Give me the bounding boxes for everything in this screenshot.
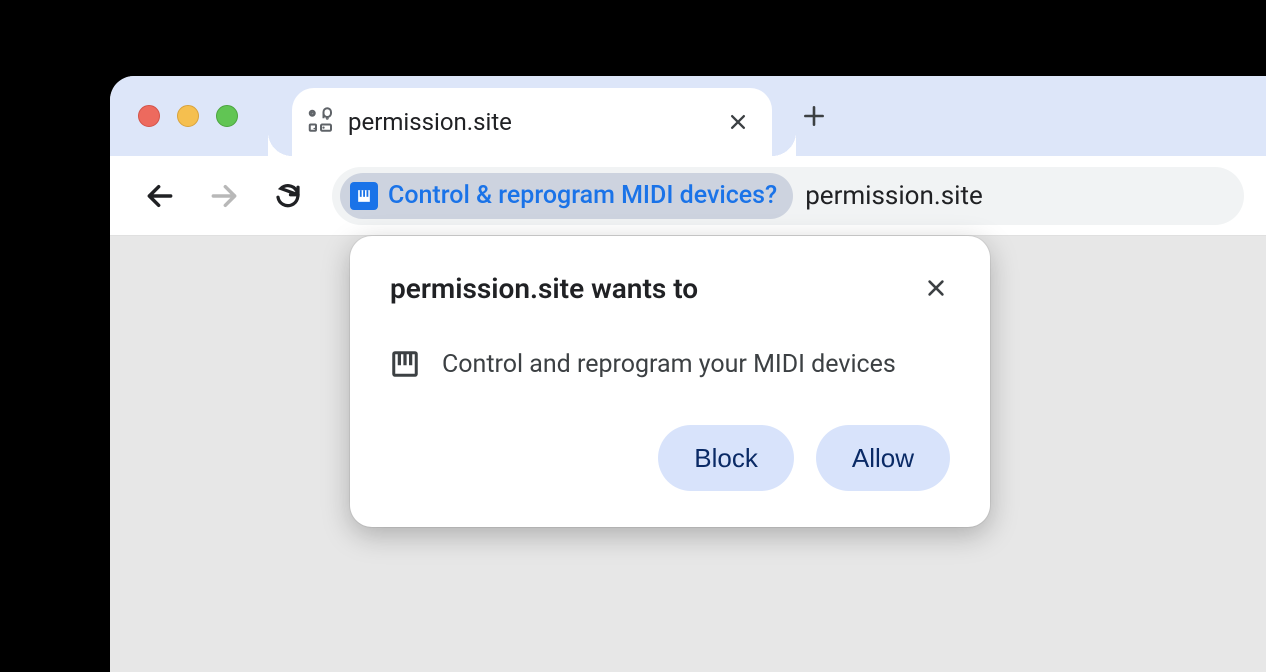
new-tab-button[interactable]	[800, 102, 828, 130]
permission-item: Control and reprogram your MIDI devices	[390, 349, 950, 379]
browser-tab[interactable]: permission.site	[292, 88, 772, 156]
permission-prompt-title: permission.site wants to	[390, 272, 698, 305]
midi-icon	[350, 182, 378, 210]
window-controls	[138, 105, 238, 127]
allow-button[interactable]: Allow	[816, 425, 950, 491]
permission-chip[interactable]: Control & reprogram MIDI devices?	[340, 173, 793, 219]
back-button[interactable]	[132, 168, 188, 224]
tab-strip: permission.site	[110, 76, 1266, 156]
permission-prompt: permission.site wants to Control	[350, 236, 990, 527]
browser-window: permission.site	[110, 76, 1266, 672]
tab-title: permission.site	[348, 108, 724, 136]
reload-button[interactable]	[260, 168, 316, 224]
window-close-button[interactable]	[138, 105, 160, 127]
tab-close-button[interactable]	[724, 108, 752, 136]
window-maximize-button[interactable]	[216, 105, 238, 127]
midi-icon	[390, 349, 420, 379]
permission-chip-label: Control & reprogram MIDI devices?	[388, 181, 777, 210]
toolbar: Control & reprogram MIDI devices? permis…	[110, 156, 1266, 236]
address-bar[interactable]: Control & reprogram MIDI devices? permis…	[332, 167, 1244, 225]
permission-item-text: Control and reprogram your MIDI devices	[442, 350, 896, 379]
tab-favicon-icon	[306, 107, 336, 137]
page-content: permission.site wants to Control	[110, 236, 1266, 672]
window-minimize-button[interactable]	[177, 105, 199, 127]
block-button[interactable]: Block	[658, 425, 794, 491]
permission-prompt-close-button[interactable]	[922, 274, 950, 302]
address-bar-url: permission.site	[805, 181, 983, 211]
forward-button[interactable]	[196, 168, 252, 224]
